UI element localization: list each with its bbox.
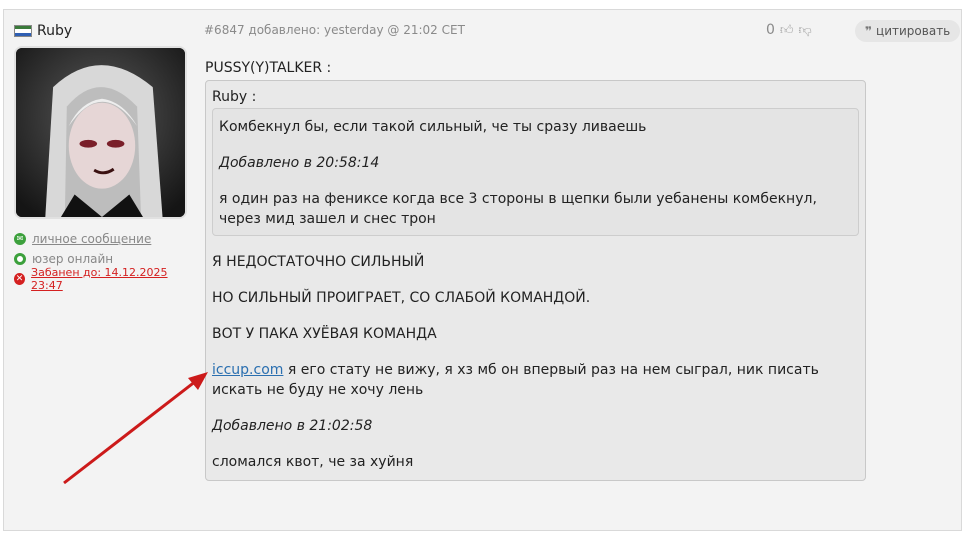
message-line: Я НЕДОСТАТОЧНО СИЛЬНЫЙ — [212, 254, 425, 270]
quote-button-label: цитировать — [876, 24, 951, 38]
inner-quote-added-note: Добавлено в 20:58:14 — [219, 155, 380, 171]
username[interactable]: Ruby — [37, 23, 72, 39]
username-row: Ruby — [14, 20, 189, 42]
user-meta: ✉ личное сообщение юзер онлайн ✕ Забанен… — [14, 229, 189, 292]
message-line: ВОТ У ПАКА ХУЁВАЯ КОМАНДА — [212, 326, 437, 342]
link-line-text: я его стату не вижу, я хз мб он впервый … — [212, 362, 819, 398]
ban-status-row: ✕ Забанен до: 14.12.2025 23:47 — [14, 266, 189, 292]
rating-value: 0 — [766, 22, 775, 38]
country-flag-icon — [14, 25, 32, 37]
inner-quote-line: я один раз на фениксе когда все 3 сторон… — [219, 191, 817, 227]
quoted-author-line: PUSSY(Y)TALKER : — [205, 60, 332, 76]
online-status-icon — [14, 253, 26, 265]
added-note: Добавлено в 21:02:58 — [212, 418, 373, 434]
forum-post: Ruby ✉ личное сообщение юзер онлайн ✕ За… — [3, 9, 962, 531]
thumbs-down-icon[interactable]: 👎︎ — [799, 23, 812, 38]
post-rating: 0 👍︎ 👎︎ — [766, 22, 812, 38]
quote-button[interactable]: ❞ цитировать — [855, 20, 961, 42]
inner-quote-author: Ruby : — [212, 89, 257, 105]
post-body: PUSSY(Y)TALKER : Ruby : Комбекнул бы, ес… — [205, 60, 866, 481]
message-line: НО СИЛЬНЫЙ ПРОИГРАЕТ, СО СЛАБОЙ КОМАНДОЙ… — [212, 290, 591, 306]
avatar[interactable] — [14, 46, 187, 219]
message-link-line: iccup.com я его стату не вижу, я хз мб о… — [212, 360, 859, 400]
outer-quote-block: Ruby : Комбекнул бы, если такой сильный,… — [205, 80, 866, 481]
post-id-line[interactable]: #6847 добавлено: yesterday @ 21:02 CET — [204, 23, 465, 37]
user-panel: Ruby ✉ личное сообщение юзер онлайн ✕ За… — [14, 20, 189, 292]
banned-x-icon: ✕ — [14, 273, 26, 285]
avatar-image — [16, 48, 185, 217]
ban-status-link[interactable]: Забанен до: 14.12.2025 23:47 — [31, 266, 189, 292]
private-message-link[interactable]: личное сообщение — [32, 232, 151, 246]
private-message-row: ✉ личное сообщение — [14, 229, 189, 249]
envelope-icon: ✉ — [14, 233, 26, 245]
thumbs-up-icon[interactable]: 👍︎ — [780, 23, 794, 38]
inner-quote-block: Комбекнул бы, если такой сильный, че ты … — [212, 108, 859, 236]
inner-quote-line: Комбекнул бы, если такой сильный, че ты … — [219, 119, 647, 135]
iccup-link[interactable]: iccup.com — [212, 362, 283, 378]
online-status-text: юзер онлайн — [32, 252, 114, 266]
quote-mark-icon: ❞ — [865, 24, 873, 38]
message-line: сломался квот, че за хуйня — [212, 454, 414, 470]
